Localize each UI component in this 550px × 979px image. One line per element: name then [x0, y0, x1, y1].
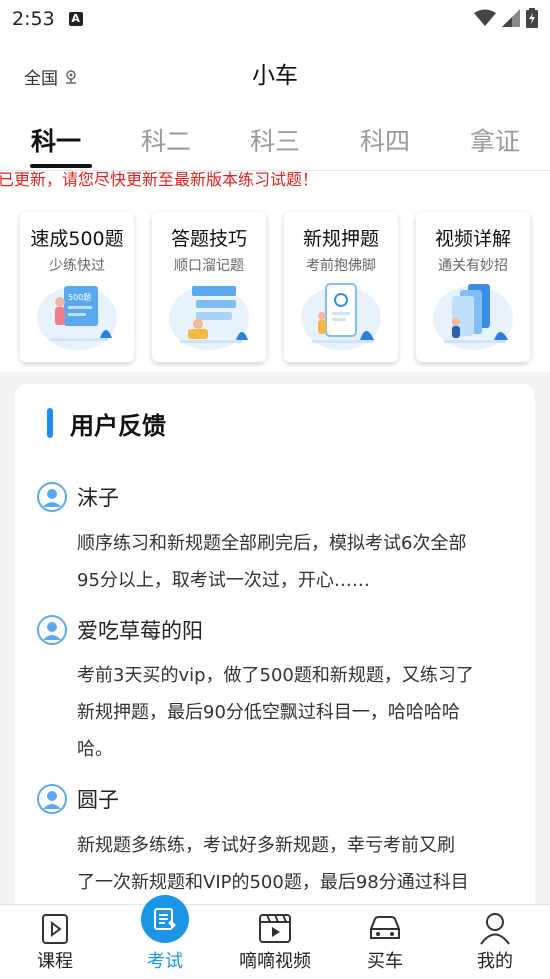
status-time: 2:53 [12, 8, 55, 30]
feedback-user-row: 爱吃草莓的阳 [37, 615, 203, 645]
exam-icon [154, 908, 176, 930]
card-new-rules[interactable]: 新规押题 考前抱佛脚 [284, 212, 398, 362]
tab-subject-2[interactable]: 科二 [126, 122, 206, 158]
card-subtitle: 考前抱佛脚 [306, 258, 376, 274]
feedback-line: 哈。 [77, 739, 113, 760]
tab-subject-4[interactable]: 科四 [345, 122, 425, 158]
feature-cards: 速成500题 少练快过 500题 答题技巧 顺口溜记题 新规押题 考前抱佛脚 视… [20, 212, 532, 362]
nav-label: 课程 [37, 951, 73, 972]
tab-license[interactable]: 拿证 [455, 122, 535, 158]
card-title: 速成500题 [30, 228, 124, 250]
feedback-user-row: 圆子 [37, 784, 119, 814]
card-subtitle: 少练快过 [49, 258, 105, 274]
500-questions-illustration: 500题 [37, 286, 117, 350]
notification-a-icon: A [68, 12, 83, 26]
feedback-line: 了一次新规题和VIP的500题，最后98分通过科目 [77, 872, 469, 893]
video-illustration [433, 284, 513, 350]
course-icon [42, 914, 68, 944]
nav-video[interactable]: 嘀嘀视频 [220, 905, 330, 979]
feedback-text: 顺序练习和新规题全部刷完后，模拟考试6次全部 95分以上，取考试一次过，开心…… [77, 525, 517, 599]
status-icons [474, 8, 538, 28]
card-title: 答题技巧 [170, 228, 247, 250]
feedback-text: 新规题多练练，考试好多新规题，幸亏考前又刷 了一次新规题和VIP的500题，最后… [77, 827, 517, 901]
wifi-icon [474, 9, 496, 26]
feedback-line: 考前3天买的vip，做了500题和新规题，又练习了 [77, 665, 474, 686]
signal-icon [502, 9, 520, 27]
nav-profile[interactable]: 我的 [440, 905, 550, 979]
update-notice-text: 库已更新，请您尽快更新至最新版本练习试题！ [0, 170, 319, 188]
user-avatar-icon [37, 482, 67, 512]
feedback-panel: 用户反馈 沫子 顺序练习和新规题全部刷完后，模拟考试6次全部 95分以上，取考试… [15, 384, 535, 924]
card-500-questions[interactable]: 速成500题 少练快过 500题 [20, 212, 134, 362]
video-icon [259, 914, 291, 943]
exam-icon-active[interactable] [141, 895, 189, 943]
study-illustration [169, 286, 249, 350]
user-avatar-icon [37, 615, 67, 645]
nav-label: 我的 [477, 951, 513, 972]
phone-illustration [301, 283, 381, 350]
card-title: 新规押题 [302, 228, 379, 250]
feedback-line: 新规题多练练，考试好多新规题，幸亏考前又刷 [77, 835, 455, 856]
status-bar: 2:53 A [0, 0, 550, 38]
feedback-user-row: 沫子 [37, 482, 119, 512]
feedback-line: 新规押题，最后90分低空飘过科目一，哈哈哈哈 [77, 702, 460, 723]
page-title: 小车 [252, 63, 298, 89]
tab-subject-1[interactable]: 科一 [16, 122, 96, 158]
header: 全国 小车 [0, 38, 550, 108]
card-subtitle: 顺口溜记题 [174, 258, 244, 274]
feedback-title: 用户反馈 [70, 412, 166, 440]
nav-label: 嘀嘀视频 [239, 951, 311, 972]
nav-course[interactable]: 课程 [0, 905, 110, 979]
nav-label: 买车 [367, 951, 403, 972]
card-title: 视频详解 [434, 228, 511, 250]
car-icon [370, 916, 400, 939]
feedback-user-name: 爱吃草莓的阳 [77, 619, 203, 643]
feedback-text: 考前3天买的vip，做了500题和新规题，又练习了 新规押题，最后90分低空飘过… [77, 657, 517, 768]
tab-subject-3[interactable]: 科三 [235, 122, 315, 158]
nav-buy-car[interactable]: 买车 [330, 905, 440, 979]
user-avatar-icon [37, 784, 67, 814]
card-answer-tips[interactable]: 答题技巧 顺口溜记题 [152, 212, 266, 362]
feedback-line: 95分以上，取考试一次过，开心…… [77, 570, 370, 591]
section-accent-bar [47, 408, 53, 438]
feedback-line: 顺序练习和新规题全部刷完后，模拟考试6次全部 [77, 533, 467, 554]
feedback-user-name: 圆子 [77, 788, 119, 812]
bottom-nav: 课程 考试 嘀嘀视频 买车 我的 [0, 904, 550, 979]
battery-icon [526, 8, 538, 28]
card-subtitle: 通关有妙招 [438, 258, 508, 274]
subject-tabs: 科一 科二 科三 科四 拿证 [0, 108, 550, 170]
profile-icon [480, 913, 510, 945]
nav-label: 考试 [147, 951, 183, 972]
feedback-user-name: 沫子 [77, 486, 119, 510]
svg-text:500题: 500题 [68, 293, 91, 302]
update-notice[interactable]: 库已更新，请您尽快更新至最新版本练习试题！ [0, 166, 550, 188]
card-video-explanations[interactable]: 视频详解 通关有妙招 [416, 212, 530, 362]
